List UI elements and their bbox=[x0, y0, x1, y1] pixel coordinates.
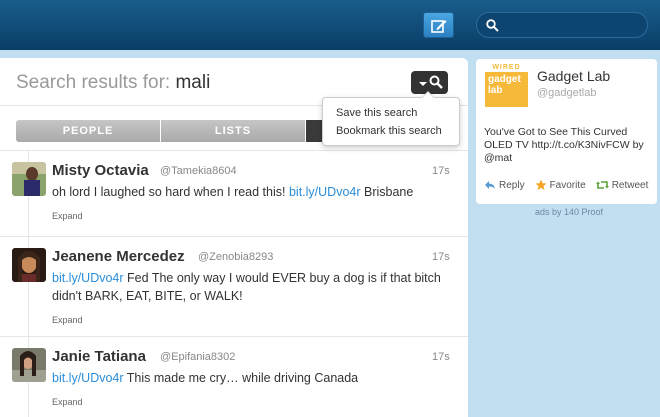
tweet-text: bit.ly/UDvo4r This made me cry… while dr… bbox=[52, 371, 359, 385]
search-tabs: PEOPLE LISTS bbox=[16, 120, 346, 142]
ad-tweet-actions: Reply Favorite Retweet bbox=[484, 179, 648, 191]
tab-people[interactable]: PEOPLE bbox=[16, 120, 161, 142]
search-prefix: Search results for: bbox=[16, 72, 171, 93]
top-navigation-bar bbox=[0, 0, 660, 50]
expand-link[interactable]: Expand bbox=[52, 315, 83, 325]
tweet-link[interactable]: bit.ly/UDvo4r bbox=[52, 371, 124, 385]
bookmark-search-menu-item[interactable]: Bookmark this search bbox=[336, 125, 442, 137]
search-icon bbox=[429, 75, 443, 89]
tweet-author-handle[interactable]: @Zenobia8293 bbox=[198, 251, 273, 263]
avatar[interactable] bbox=[12, 248, 46, 282]
avatar-image bbox=[12, 162, 46, 196]
avatar-image bbox=[12, 248, 46, 282]
tweet-timestamp[interactable]: 17s bbox=[432, 251, 450, 263]
star-icon bbox=[535, 179, 547, 190]
reply-icon bbox=[485, 181, 495, 189]
avatar[interactable] bbox=[12, 348, 46, 382]
tweet-author-handle[interactable]: @Epifania8302 bbox=[160, 351, 235, 363]
compose-icon bbox=[431, 20, 447, 33]
search-query: mali bbox=[175, 72, 211, 93]
search-options-menu: Save this search Bookmark this search bbox=[322, 91, 460, 146]
expand-link[interactable]: Expand bbox=[52, 211, 83, 221]
expand-link[interactable]: Expand bbox=[52, 397, 83, 407]
tweet-timestamp[interactable]: 17s bbox=[432, 165, 450, 177]
menu-arrow bbox=[421, 91, 435, 98]
gadget-lab-logo[interactable]: WIRED gadget lab bbox=[485, 64, 528, 107]
save-search-menu-item[interactable]: Save this search bbox=[336, 107, 417, 119]
ad-tweet-text: You've Got to See This Curved OLED TV ht… bbox=[484, 126, 644, 164]
tweet-text: bit.ly/UDvo4r Fed The only way I would E… bbox=[52, 271, 441, 303]
tweet-divider bbox=[0, 236, 468, 237]
tweet-author-name[interactable]: Misty Octavia bbox=[52, 162, 149, 179]
ad-author-name[interactable]: Gadget Lab bbox=[537, 68, 610, 84]
tweet-divider bbox=[0, 336, 468, 337]
reply-button[interactable]: Reply bbox=[484, 179, 525, 191]
ads-attribution[interactable]: ads by 140 Proof bbox=[535, 207, 603, 217]
tab-lists[interactable]: LISTS bbox=[161, 120, 306, 142]
compose-tweet-button[interactable] bbox=[423, 12, 454, 38]
retweet-icon bbox=[595, 181, 609, 189]
tweet-author-handle[interactable]: @Tamekia8604 bbox=[160, 165, 237, 177]
chevron-down-icon bbox=[419, 82, 427, 86]
search-results-heading: Search results for: mali bbox=[16, 72, 210, 94]
global-search-box[interactable] bbox=[476, 12, 648, 38]
tweet-link[interactable]: bit.ly/UDvo4r bbox=[289, 185, 361, 199]
avatar-image bbox=[12, 348, 46, 382]
tweet-timestamp[interactable]: 17s bbox=[432, 351, 450, 363]
tweet-author-name[interactable]: Jeanene Mercedez bbox=[52, 248, 185, 265]
ad-author-handle[interactable]: @gadgetlab bbox=[537, 87, 597, 99]
global-search-input[interactable] bbox=[505, 16, 645, 36]
avatar[interactable] bbox=[12, 162, 46, 196]
promoted-tweet-card[interactable]: WIRED gadget lab Gadget Lab @gadgetlab Y… bbox=[476, 59, 657, 204]
favorite-button[interactable]: Favorite bbox=[535, 179, 586, 191]
search-icon bbox=[486, 19, 499, 32]
tweet-author-name[interactable]: Janie Tatiana bbox=[52, 348, 146, 365]
tweet-text: oh lord I laughed so hard when I read th… bbox=[52, 185, 414, 199]
retweet-button[interactable]: Retweet bbox=[595, 179, 648, 191]
tweet-link[interactable]: bit.ly/UDvo4r bbox=[52, 271, 124, 285]
tweet-divider bbox=[0, 150, 468, 151]
